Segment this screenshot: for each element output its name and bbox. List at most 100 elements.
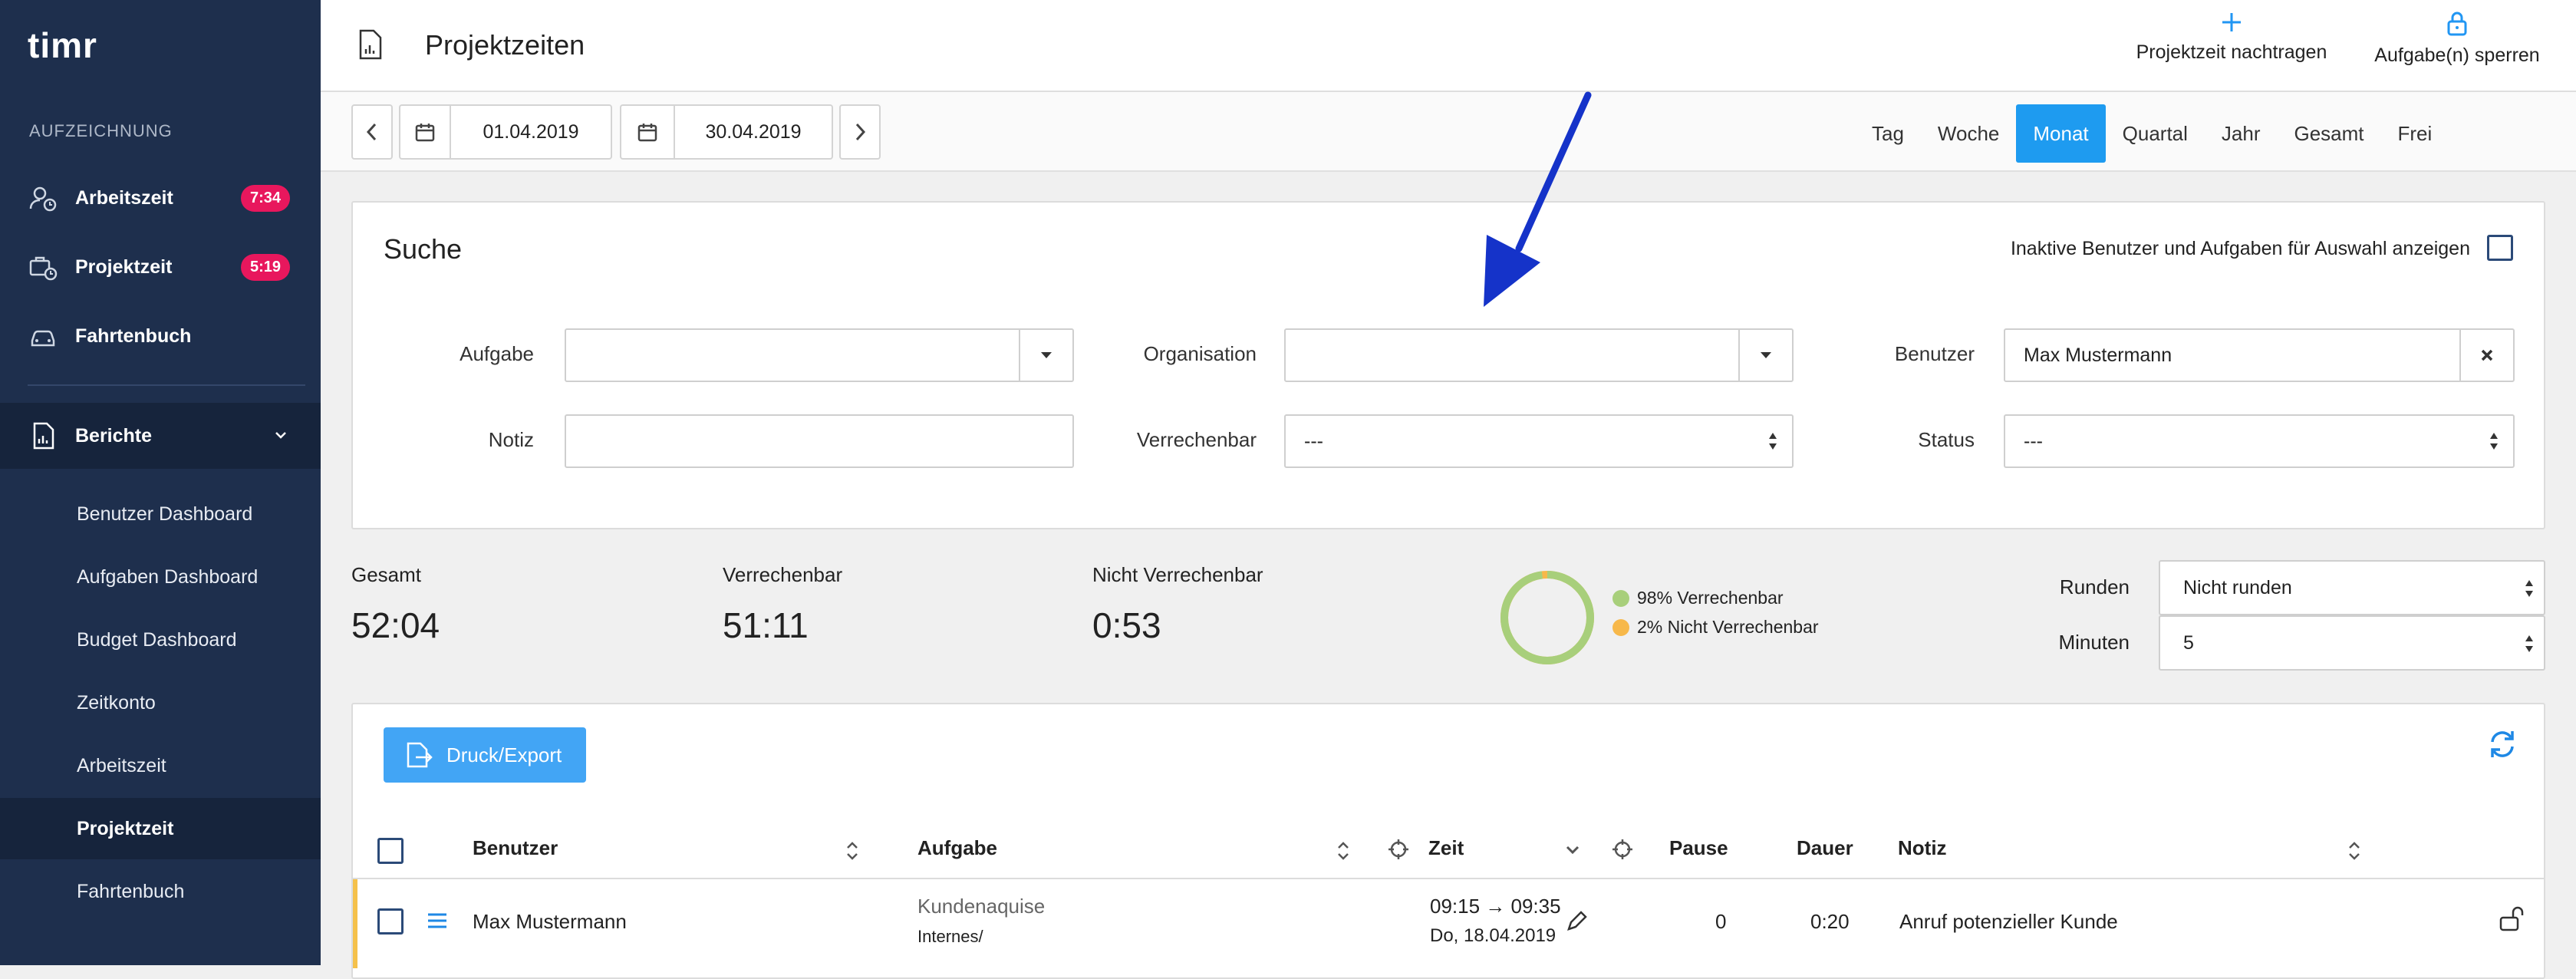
sidebar-item-arbeitszeit[interactable]: Arbeitszeit 7:34 [0, 167, 321, 229]
section-label-aufzeichnung: AUFZEICHNUNG [29, 121, 173, 140]
date-from-input[interactable]: 01.04.2019 [450, 104, 612, 160]
caret-down-icon [1761, 352, 1771, 358]
sidebar-subitem-benutzer-dashboard[interactable]: Benutzer Dashboard [0, 483, 321, 545]
sort-icon[interactable] [2347, 839, 2361, 862]
period-tab-tag[interactable]: Tag [1855, 104, 1921, 163]
row-datum: Do, 18.04.2019 [1430, 925, 1556, 946]
close-icon [2481, 349, 2493, 361]
sort-icon[interactable] [845, 839, 859, 862]
chevron-down-icon[interactable] [1565, 844, 1580, 856]
row-dauer: 0:20 [1810, 910, 1850, 933]
runden-value: Nicht runden [2183, 576, 2292, 598]
search-title: Suche [384, 233, 463, 265]
sidebar-subitem-aufgaben-dashboard[interactable]: Aufgaben Dashboard [0, 546, 321, 608]
sidebar-item-projektzeit[interactable]: Projektzeit 5:19 [0, 236, 321, 298]
notiz-input[interactable] [565, 414, 1074, 468]
refresh-icon[interactable] [2487, 729, 2518, 760]
sidebar-subitem-fahrtenbuch[interactable]: Fahrtenbuch [0, 861, 321, 922]
aufgabe-select[interactable] [565, 328, 1074, 382]
period-tab-gesamt[interactable]: Gesamt [2277, 104, 2380, 163]
dropdown-toggle[interactable] [1738, 330, 1792, 381]
sidebar-item-berichte[interactable]: Berichte [0, 403, 321, 469]
column-header-pause[interactable]: Pause [1669, 836, 1728, 860]
add-project-time-button[interactable]: Projektzeit nachtragen [2120, 11, 2343, 64]
sidebar-item-fahrtenbuch[interactable]: Fahrtenbuch [0, 305, 321, 367]
organisation-select[interactable] [1284, 328, 1794, 382]
verrechenbar-stat-label: Verrechenbar [723, 563, 843, 586]
legend-billable: 98% Verrechenbar [1612, 588, 1784, 608]
row-checkbox[interactable] [377, 908, 404, 934]
row-pause: 0 [1715, 910, 1727, 933]
row-benutzer: Max Mustermann [473, 910, 627, 933]
sidebar-subitem-arbeitszeit[interactable]: Arbeitszeit [0, 735, 321, 796]
sidebar: timr AUFZEICHNUNG Arbeitszeit 7:34 Proje… [0, 0, 321, 965]
donut-slice-billable [1500, 571, 1594, 664]
sidebar-subitem-zeitkonto[interactable]: Zeitkonto [0, 672, 321, 733]
status-value: --- [2024, 430, 2043, 452]
page-title: Projektzeiten [425, 29, 585, 61]
report-icon [359, 29, 382, 60]
date-to-input[interactable]: 30.04.2019 [674, 104, 833, 160]
previous-period-button[interactable] [351, 104, 393, 160]
user-clock-icon [29, 186, 57, 212]
inactive-users-checkbox[interactable] [2487, 235, 2513, 261]
date-toolbar: 01.04.2019 30.04.2019 Tag Woche Monat Qu… [321, 92, 2576, 172]
period-tab-woche[interactable]: Woche [1921, 104, 2016, 163]
plus-icon [2222, 13, 2241, 31]
calendar-icon [415, 124, 435, 142]
column-header-zeit[interactable]: Zeit [1428, 836, 1464, 860]
runden-label: Runden [2059, 575, 2130, 598]
aufgabe-label: Aufgabe [460, 342, 534, 365]
period-tab-jahr[interactable]: Jahr [2205, 104, 2278, 163]
select-all-checkbox[interactable] [377, 838, 404, 864]
status-label: Status [1918, 428, 1975, 451]
runden-select[interactable]: Nicht runden [2159, 560, 2545, 615]
timer-badge: 5:19 [240, 253, 290, 281]
app-logo[interactable]: timr [28, 25, 97, 66]
sidebar-subitem-projektzeit[interactable]: Projektzeit [0, 798, 321, 859]
search-panel: Suche Inaktive Benutzer und Aufgaben für… [351, 201, 2545, 529]
organisation-label: Organisation [1143, 342, 1257, 365]
verrechenbar-label: Verrechenbar [1136, 428, 1257, 451]
nicht-verrechenbar-value: 0:53 [1092, 605, 1161, 645]
export-button[interactable]: Druck/Export [384, 727, 586, 783]
table-row[interactable]: Max Mustermann Kundenaquise Internes/ 09… [353, 879, 2544, 968]
column-header-aufgabe[interactable]: Aufgabe [917, 836, 997, 860]
dropdown-toggle[interactable] [1019, 330, 1072, 381]
edit-icon[interactable] [1565, 910, 1588, 933]
status-select[interactable]: --- [2004, 414, 2515, 468]
lock-tasks-button[interactable]: Aufgabe(n) sperren [2361, 11, 2553, 67]
column-header-dauer[interactable]: Dauer [1797, 836, 1853, 860]
row-aufgabe-path: Internes/ [917, 927, 983, 946]
minuten-value: 5 [2183, 631, 2194, 654]
timer-badge: 7:34 [240, 184, 290, 212]
verrechenbar-stat-value: 51:11 [723, 605, 809, 645]
period-tab-monat[interactable]: Monat [2016, 104, 2106, 163]
nicht-verrechenbar-label: Nicht Verrechenbar [1092, 563, 1263, 586]
drag-handle-icon[interactable] [427, 911, 448, 930]
next-period-button[interactable] [839, 104, 881, 160]
chevron-left-icon [366, 123, 377, 141]
period-tab-frei[interactable]: Frei [2381, 104, 2449, 163]
date-to-calendar-button[interactable] [620, 104, 674, 160]
column-header-notiz[interactable]: Notiz [1898, 836, 1947, 860]
benutzer-select[interactable]: Max Mustermann [2004, 328, 2515, 382]
period-selector: Tag Woche Monat Quartal Jahr Gesamt Frei [1855, 104, 2449, 163]
clear-button[interactable] [2459, 330, 2513, 381]
sort-icon[interactable] [1336, 839, 1350, 862]
benutzer-label: Benutzer [1894, 342, 1975, 365]
crosshair-icon[interactable] [1611, 838, 1634, 861]
sidebar-subitem-budget-dashboard[interactable]: Budget Dashboard [0, 609, 321, 671]
verrechenbar-select[interactable]: --- [1284, 414, 1794, 468]
calendar-icon [637, 124, 657, 142]
car-icon [31, 330, 55, 347]
sidebar-divider [28, 384, 305, 386]
column-header-benutzer[interactable]: Benutzer [473, 836, 558, 860]
gesamt-label: Gesamt [351, 563, 422, 586]
unlock-icon[interactable] [2498, 905, 2525, 933]
period-tab-quartal[interactable]: Quartal [2106, 104, 2205, 163]
chevron-down-icon [275, 432, 286, 439]
date-from-calendar-button[interactable] [399, 104, 450, 160]
crosshair-icon[interactable] [1387, 838, 1410, 861]
minuten-select[interactable]: 5 [2159, 615, 2545, 671]
